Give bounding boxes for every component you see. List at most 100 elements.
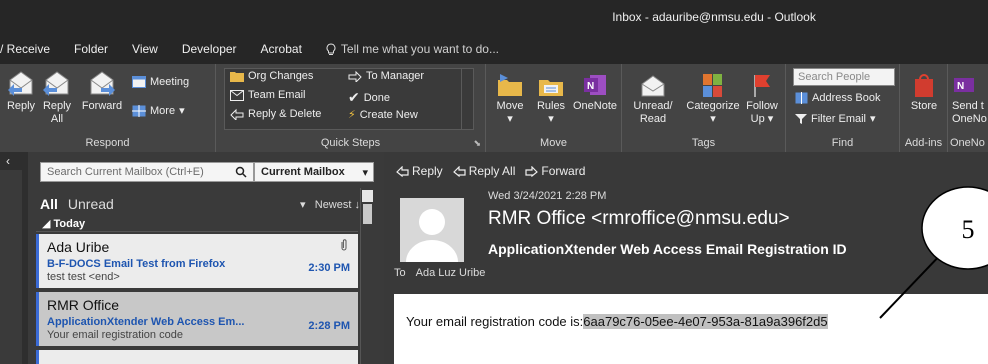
lightning-icon: ⚡ [348,109,356,121]
message-list-pane: Search Current Mailbox (Ctrl+E) Current … [28,152,384,364]
list-item[interactable] [36,350,358,364]
tell-me-box[interactable]: Tell me what you want to do... [326,42,499,56]
chevron-down-icon: ▾ [764,113,774,125]
scroll-thumb[interactable] [363,204,372,224]
reading-reply-all-button[interactable]: Reply All [452,164,515,178]
meeting-button[interactable]: Meeting [132,76,189,88]
group-label-onenote: OneNo [950,137,985,149]
gallery-scroll[interactable] [461,69,473,129]
chevron-down-icon: ▾ [362,167,368,179]
group-label-move: Move [540,137,567,149]
chevron-down-icon: ▾ [548,113,554,125]
calendar-icon [132,76,146,88]
message-body: Your email registration code is:6aa79c76… [394,294,988,364]
svg-text:N: N [587,81,594,92]
filter-email-button[interactable]: Filter Email ▾ [795,112,876,125]
list-item[interactable]: Ada Uribe B-F-DOCS Email Test from Firef… [36,234,358,288]
ribbon: Reply Reply All Forward Meeting More ▾ Re… [0,64,988,152]
message-subject: ApplicationXtender Web Access Email Regi… [488,241,847,257]
menu-acrobat[interactable]: Acrobat [261,42,302,56]
group-find: Search People Address Book Filter Email ▾… [786,64,900,152]
forward-button[interactable]: Forward [76,68,128,113]
reply-delete-icon [230,108,244,120]
follow-up-button[interactable]: Follow Up ▾ [742,68,782,126]
group-respond: Reply Reply All Forward Meeting More ▾ Re… [0,64,216,152]
search-mailbox-input[interactable]: Search Current Mailbox (Ctrl+E) [40,162,254,182]
reading-reply-button[interactable]: Reply [396,164,443,178]
expand-chevron-icon[interactable]: ‹ [6,154,10,168]
mail-preview: Your email registration code [47,329,183,341]
recipient-name[interactable]: Ada Luz Uribe [416,267,486,279]
mail-time: 2:28 PM [308,320,350,332]
address-book-button[interactable]: Address Book [795,92,880,104]
person-silhouette-icon [406,209,458,262]
onenote-button[interactable]: N OneNote [572,68,618,113]
mail-from: Ada Uribe [47,239,110,255]
reply-button[interactable]: Reply [6,68,36,113]
list-item[interactable]: RMR Office ApplicationXtender Web Access… [36,292,358,346]
categorize-button[interactable]: Categorize ▾ [684,68,742,126]
group-onenote: N Send t OneNo OneNo [948,64,988,152]
store-button[interactable]: Store [902,68,946,113]
folder-pane-collapsed: ‹ [0,152,28,364]
lightbulb-icon [326,42,336,55]
folder-pane-strip[interactable] [0,170,22,364]
reading-forward-button[interactable]: Forward [525,164,585,178]
forward-icon [525,165,539,177]
collapse-triangle-icon: ◢ [42,218,51,230]
org-changes-button[interactable]: Org Changes [230,70,313,82]
move-button[interactable]: Move ▾ [492,68,528,126]
more-respond-button[interactable]: More ▾ [132,104,185,117]
group-addins: Store Add-ins [900,64,948,152]
send-to-onenote-button[interactable]: N Send t OneNo [952,68,988,126]
chevron-down-icon: ▾ [507,113,513,125]
svg-text:N: N [957,81,964,92]
scroll-up-arrow[interactable] [362,190,373,202]
mailbox-scope-dropdown[interactable]: Current Mailbox ▾ [254,162,374,182]
create-new-button[interactable]: ⚡ Create New [348,108,418,122]
group-label-find: Find [831,137,854,149]
onenote-send-icon: N [954,78,974,92]
menu-folder[interactable]: Folder [74,42,108,56]
filter-all[interactable]: All [40,196,58,212]
flag-icon [754,75,770,97]
unread-read-button[interactable]: Unread/ Read [624,68,682,126]
mail-subject: B-F-DOCS Email Test from Firefox [47,258,226,270]
dialog-launcher-icon[interactable]: ⬊ [473,138,481,149]
message-sender[interactable]: RMR Office <rmroffice@nmsu.edu> [488,208,790,230]
rules-button[interactable]: Rules ▾ [534,68,568,126]
onenote-icon: N [584,75,606,95]
menu-bar: / Receive Folder View Developer Acrobat … [0,34,988,64]
forward-envelope-icon [90,71,115,96]
team-email-button[interactable]: Team Email [230,89,305,101]
sort-dropdown[interactable]: ▾ Newest ↓ [300,198,360,211]
chevron-down-icon: ▾ [179,105,185,117]
to-manager-button[interactable]: To Manager [348,70,424,82]
reply-all-button[interactable]: Reply All [40,68,74,126]
filter-unread[interactable]: Unread [68,196,114,212]
body-text: Your email registration code is: [406,314,584,329]
search-people-input[interactable]: Search People [793,68,895,86]
reading-pane: Reply Reply All Forward Wed 3/24/2021 2:… [384,152,988,364]
folder-arrow-icon [230,72,244,82]
message-recipients: To Ada Luz Uribe [394,267,485,279]
group-label-addins: Add-ins [904,137,943,149]
registration-code[interactable]: 6aa79c76-05ee-4e07-953a-81a9a396f2d5 [583,314,828,329]
message-list-scrollbar[interactable] [360,188,374,364]
chevron-down-icon: ▾ [300,198,315,211]
menu-developer[interactable]: Developer [182,42,237,56]
categorize-icon [703,74,722,97]
group-label-respond: Respond [85,137,130,149]
funnel-icon [795,113,807,124]
window-title: Inbox - adauribe@nmsu.edu - Outlook [612,10,816,24]
move-folder-icon [498,74,522,96]
menu-view[interactable]: View [132,42,158,56]
reply-delete-button[interactable]: Reply & Delete [230,108,321,120]
envelope-icon [230,89,244,101]
group-header-today[interactable]: ◢ Today [36,214,358,232]
group-label-tags: Tags [691,137,716,149]
done-button[interactable]: ✔ Done [348,89,390,106]
attachment-icon [341,239,347,251]
menu-send-receive[interactable]: / Receive [0,42,50,56]
message-date: Wed 3/24/2021 2:28 PM [488,190,607,202]
